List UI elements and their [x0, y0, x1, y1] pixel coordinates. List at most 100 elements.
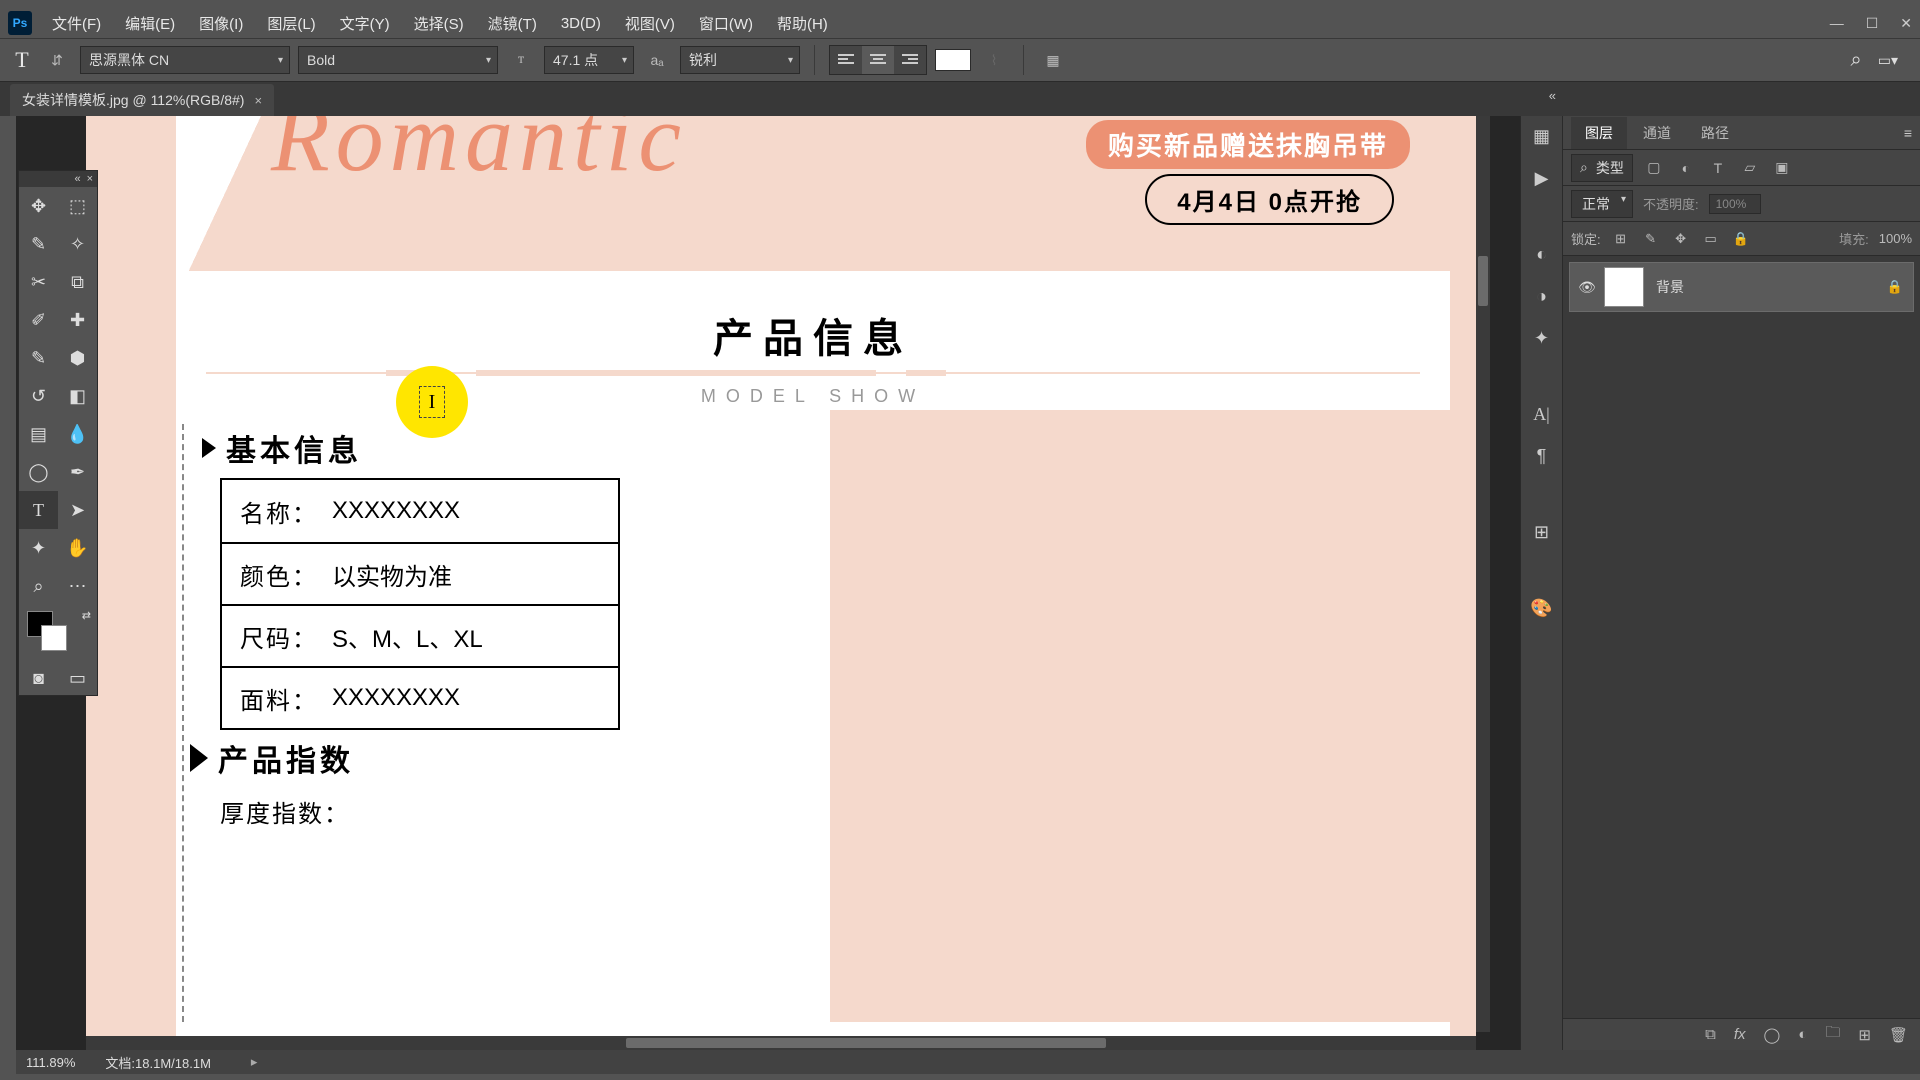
dodge-tool[interactable]: ◯	[19, 453, 58, 491]
type-tool[interactable]: T	[19, 491, 58, 529]
toggle-orientation-icon[interactable]: ⇵	[42, 45, 72, 75]
window-minimize-icon[interactable]: —	[1830, 15, 1844, 32]
menu-file[interactable]: 文件(F)	[52, 13, 101, 34]
filter-type-icon[interactable]: T	[1707, 157, 1729, 179]
warp-text-icon[interactable]: ⌇	[979, 45, 1009, 75]
align-right-icon[interactable]	[894, 46, 926, 74]
edit-toolbar-icon[interactable]: ⋯	[58, 567, 97, 605]
window-close-icon[interactable]: ✕	[1900, 15, 1912, 32]
panel-menu-icon[interactable]: ≡	[1904, 125, 1912, 141]
align-left-icon[interactable]	[830, 46, 862, 74]
menu-filter[interactable]: 滤镜(T)	[488, 13, 537, 34]
crop-tool[interactable]: ✂	[19, 263, 58, 301]
lock-pixels-icon[interactable]: ✎	[1641, 229, 1661, 249]
layer-fx-icon[interactable]: fx	[1734, 1026, 1746, 1043]
filter-pixel-icon[interactable]: ▢	[1643, 157, 1665, 179]
styles-panel-icon[interactable]: ✦	[1528, 324, 1556, 352]
path-select-tool[interactable]: ➤	[58, 491, 97, 529]
menu-layer[interactable]: 图层(L)	[267, 13, 315, 34]
antialias-dropdown[interactable]: 锐利	[680, 46, 800, 74]
actions-panel-icon[interactable]: ▶	[1528, 164, 1556, 192]
eraser-tool[interactable]: ◧	[58, 377, 97, 415]
visibility-icon[interactable]: 👁	[1570, 279, 1604, 296]
tab-channels[interactable]: 通道	[1629, 117, 1685, 149]
status-more-icon[interactable]: ▸	[251, 1054, 258, 1070]
lock-artboard-icon[interactable]: ▭	[1701, 229, 1721, 249]
close-tools-icon[interactable]: ×	[87, 173, 93, 185]
healing-tool[interactable]: ✚	[58, 301, 97, 339]
adjustment-layer-icon[interactable]: ◐	[1798, 1026, 1807, 1043]
tab-close-icon[interactable]: ×	[254, 93, 262, 108]
zoom-level[interactable]: 111.89%	[26, 1055, 75, 1070]
slice-tool[interactable]: ⧉	[58, 263, 97, 301]
menu-type[interactable]: 文字(Y)	[340, 13, 390, 34]
workspace-icon[interactable]: ▭▾	[1878, 52, 1898, 69]
text-color-swatch[interactable]	[935, 49, 971, 71]
paragraph-panel-icon[interactable]: ¶	[1528, 442, 1556, 470]
align-center-icon[interactable]	[862, 46, 894, 74]
doc-size[interactable]: 文档:18.1M/18.1M	[105, 1053, 211, 1072]
quick-mask-icon[interactable]: ◙	[19, 661, 58, 695]
filter-adjust-icon[interactable]: ◐	[1675, 157, 1697, 179]
document-tab[interactable]: 女装详情模板.jpg @ 112%(RGB/8#) ×	[10, 84, 274, 116]
color-swatches[interactable]: ⇄	[19, 605, 97, 661]
screen-mode-icon[interactable]: ▭	[58, 661, 97, 695]
lock-all-icon[interactable]: 🔒	[1731, 229, 1751, 249]
character-panel-icon[interactable]: A|	[1528, 400, 1556, 428]
delete-layer-icon[interactable]: 🗑	[1889, 1026, 1908, 1044]
font-size-dropdown[interactable]: 47.1 点	[544, 46, 634, 74]
menu-edit[interactable]: 编辑(E)	[125, 13, 175, 34]
properties-panel-icon[interactable]: ◐	[1528, 240, 1556, 268]
horizontal-scrollbar[interactable]	[86, 1036, 1476, 1050]
lock-transparent-icon[interactable]: ⊞	[1611, 229, 1631, 249]
filter-kind-dropdown[interactable]: ⌕类型	[1571, 154, 1633, 182]
eyedropper-tool[interactable]: ✐	[19, 301, 58, 339]
stamp-tool[interactable]: ⬢	[58, 339, 97, 377]
font-family-dropdown[interactable]: 思源黑体 CN	[80, 46, 290, 74]
fill-value[interactable]: 100%	[1879, 231, 1912, 246]
hand-tool[interactable]: ✋	[58, 529, 97, 567]
link-layers-icon[interactable]: ⧉	[1705, 1026, 1716, 1043]
background-color[interactable]	[41, 625, 67, 651]
history-brush-tool[interactable]: ↺	[19, 377, 58, 415]
vertical-scrollbar[interactable]	[1476, 116, 1490, 1032]
zoom-tool[interactable]: ⌕	[19, 567, 58, 605]
filter-shape-icon[interactable]: ▱	[1739, 157, 1761, 179]
adjustments-panel-icon[interactable]: ◑	[1528, 282, 1556, 310]
pen-tool[interactable]: ✒	[58, 453, 97, 491]
blend-mode-dropdown[interactable]: 正常	[1571, 190, 1633, 218]
blur-tool[interactable]: 💧	[58, 415, 97, 453]
brush-tool[interactable]: ✎	[19, 339, 58, 377]
swap-colors-icon[interactable]: ⇄	[82, 609, 91, 622]
font-weight-dropdown[interactable]: Bold	[298, 46, 498, 74]
menu-view[interactable]: 视图(V)	[625, 13, 675, 34]
layer-row[interactable]: 👁 背景 🔒	[1569, 262, 1914, 312]
history-panel-icon[interactable]: ▦	[1528, 122, 1556, 150]
expand-panels-icon[interactable]: «	[1549, 88, 1556, 103]
move-tool[interactable]: ✥	[19, 187, 58, 225]
tab-layers[interactable]: 图层	[1571, 117, 1627, 149]
opacity-value[interactable]: 100%	[1709, 194, 1761, 214]
collapse-tools-icon[interactable]: «	[74, 173, 80, 185]
new-layer-icon[interactable]: ⊞	[1858, 1026, 1871, 1044]
marquee-tool[interactable]: ⬚	[58, 187, 97, 225]
group-icon[interactable]: 🗀	[1825, 1022, 1840, 1047]
shape-tool[interactable]: ✦	[19, 529, 58, 567]
menu-select[interactable]: 选择(S)	[414, 13, 464, 34]
swatches-panel-icon[interactable]: ⊞	[1528, 518, 1556, 546]
lasso-tool[interactable]: ✎	[19, 225, 58, 263]
quick-select-tool[interactable]: ✧	[58, 225, 97, 263]
menu-help[interactable]: 帮助(H)	[777, 13, 828, 34]
tab-paths[interactable]: 路径	[1687, 117, 1743, 149]
menu-image[interactable]: 图像(I)	[199, 13, 243, 34]
lock-position-icon[interactable]: ✥	[1671, 229, 1691, 249]
layer-thumbnail[interactable]	[1604, 267, 1644, 307]
menu-window[interactable]: 窗口(W)	[699, 13, 753, 34]
filter-smart-icon[interactable]: ▣	[1771, 157, 1793, 179]
character-panel-icon[interactable]: ▦	[1038, 45, 1068, 75]
color-panel-icon[interactable]: 🎨	[1528, 594, 1556, 622]
gradient-tool[interactable]: ▤	[19, 415, 58, 453]
window-maximize-icon[interactable]: ☐	[1866, 15, 1879, 32]
search-icon[interactable]: ⌕	[1851, 49, 1862, 72]
layer-mask-icon[interactable]: ◯	[1764, 1026, 1781, 1044]
